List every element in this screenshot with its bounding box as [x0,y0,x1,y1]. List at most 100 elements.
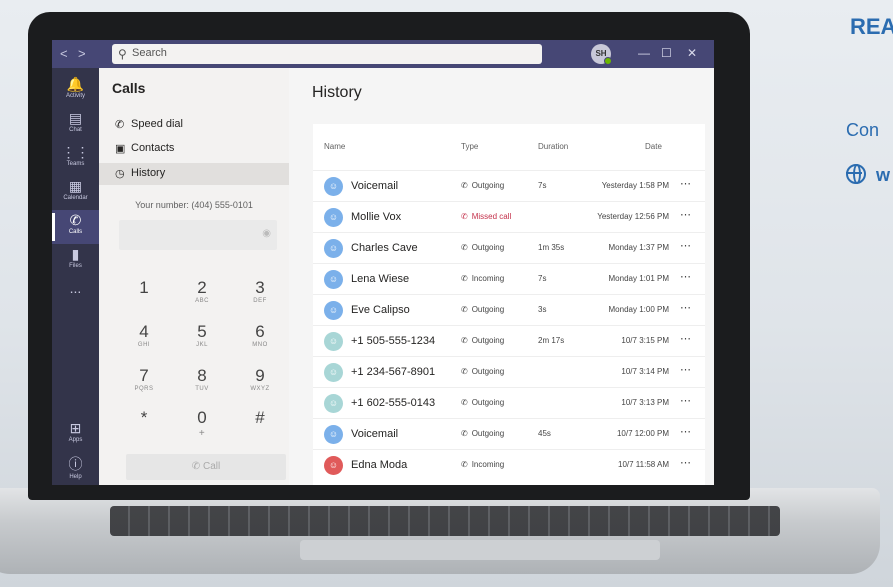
search-input[interactable]: ⚲ Search [112,44,542,64]
file-icon: ▮ [71,246,80,262]
call-duration: 3s [538,305,547,314]
caller-name: Lena Wiese [351,273,410,285]
more-options-icon[interactable]: ⋯ [680,394,691,407]
table-row[interactable]: ☺ Voicemail ✆ Outgoing 45s 10/7 12:00 PM ⋯ [313,418,705,449]
more-options-icon[interactable]: ⋯ [680,332,691,345]
call-date: 10/7 3:15 PM [621,336,669,345]
search-placeholder: Search [132,47,167,59]
maximize-icon[interactable]: ☐ [661,46,672,60]
website-text: w [876,165,891,185]
menu-item-contacts[interactable]: ▣ Contacts [99,138,289,160]
key-letters: WXYZ [250,386,270,392]
dialpad-key[interactable]: 5 JKL [177,322,227,348]
back-arrow-icon[interactable]: < [60,46,68,61]
call-direction-icon: ✆ [461,305,468,314]
dialpad-key[interactable]: 1 [119,278,169,298]
call-date: 10/7 3:14 PM [621,367,669,376]
call-type-label: Outgoing [471,336,505,345]
more-options-icon[interactable]: ⋯ [680,208,691,221]
more-options-icon[interactable]: ⋯ [680,425,691,438]
call-date: 10/7 12:00 PM [616,429,669,438]
call-type: ✆ Incoming [461,460,504,469]
call-date: 10/7 3:13 PM [621,398,669,407]
more-options-icon[interactable]: ⋯ [680,239,691,252]
rail-item-calendar[interactable]: ▦ Calendar [52,176,99,210]
laptop-trackpad [300,540,660,560]
rail-item-help[interactable]: ⓘ Help [52,452,99,485]
table-row[interactable]: ☺ +1 505-555-1234 ✆ Outgoing 2m 17s 10/7 3:15… [313,325,705,356]
dialpad-key[interactable]: 0 + [177,408,227,439]
call-type: ✆ Outgoing [461,181,504,190]
call-duration: 1m 35s [538,243,565,252]
call-type-label: Incoming [471,460,505,469]
forward-arrow-icon[interactable]: > [78,46,86,61]
column-header-name[interactable]: Name [324,142,345,151]
key-letters: DEF [253,298,267,304]
close-icon[interactable]: ✕ [687,46,697,60]
key-letters: + [198,428,206,439]
column-header-duration[interactable]: Duration [538,142,568,151]
dial-input[interactable]: ◉ [119,220,277,250]
help-icon: ⓘ [68,456,83,472]
dialpad-key[interactable]: 3 DEF [235,278,285,304]
dialpad-key[interactable]: # [235,408,285,428]
call-duration: 7s [538,274,547,283]
dialpad-key[interactable]: * [119,408,169,428]
more-options-icon[interactable]: ⋯ [680,456,691,469]
rail-item-apps[interactable]: ⊞ Apps [52,418,99,452]
minimize-icon[interactable]: — [638,46,650,60]
avatar: ☺ [324,363,343,382]
call-direction-icon: ✆ [461,181,468,190]
more-icon: ... [69,280,82,296]
menu-label: Contacts [131,142,175,154]
menu-item-history[interactable]: ◷ History [99,163,289,185]
avatar: ☺ [324,270,343,289]
dialpad-key[interactable]: 7 PQRS [119,366,169,392]
rail-item-files[interactable]: ▮ Files [52,244,99,278]
more-options-icon[interactable]: ⋯ [680,177,691,190]
key-digit: # [255,408,265,427]
dialpad-key[interactable]: 2 ABC [177,278,227,304]
call-date: Monday 1:01 PM [608,274,669,283]
call-duration: 7s [538,181,547,190]
call-button[interactable]: ✆ Call [126,454,286,480]
table-row[interactable]: ☺ Mollie Vox ✆ Missed call Yesterday 12:56 P… [313,201,705,232]
more-options-icon[interactable]: ⋯ [680,363,691,376]
table-row[interactable]: ☺ +1 602-555-0143 ✆ Outgoing 10/7 3:13 PM ⋯ [313,387,705,418]
table-row[interactable]: ☺ Eve Calipso ✆ Outgoing 3s Monday 1:00 PM ⋯ [313,294,705,325]
avatar: ☺ [324,301,343,320]
eye-icon[interactable]: ◉ [262,228,271,239]
rail-item-calls[interactable]: ✆ Calls [52,210,99,244]
rail-item-chat[interactable]: ▤ Chat [52,108,99,142]
rail-item-activity[interactable]: 🔔 Activity [52,74,99,108]
dialpad-key[interactable]: 4 GHI [119,322,169,348]
rail-item-more[interactable]: ... [52,278,99,312]
avatar: ☺ [324,332,343,351]
call-type-label: Outgoing [471,243,505,252]
table-row[interactable]: ☺ +1 234-567-8901 ✆ Outgoing 10/7 3:14 PM ⋯ [313,356,705,387]
call-type: ✆ Outgoing [461,429,504,438]
dialpad-key[interactable]: 8 TUV [177,366,227,392]
call-direction-icon: ✆ [461,460,468,469]
dialpad-key[interactable]: 6 MNO [235,322,285,348]
key-digit: 8 [197,366,207,385]
rail-item-teams[interactable]: ⋮⋮ Teams [52,142,99,176]
menu-item-speed-dial[interactable]: ✆ Speed dial [99,114,289,136]
rail-label: Calendar [63,195,88,201]
avatar: ☺ [324,239,343,258]
column-header-date[interactable]: Date [645,142,662,151]
table-row[interactable]: ☺ Lena Wiese ✆ Incoming 7s Monday 1:01 PM ⋯ [313,263,705,294]
table-row[interactable]: ☺ Charles Cave ✆ Outgoing 1m 35s Monday 1:37 … [313,232,705,263]
more-options-icon[interactable]: ⋯ [680,301,691,314]
key-digit: 3 [255,278,265,297]
dialpad-key[interactable]: 9 WXYZ [235,366,285,392]
call-type-label: Missed call [471,212,512,221]
call-direction-icon: ✆ [461,274,468,283]
phone-icon: ✆ [191,461,201,472]
table-row[interactable]: ☺ Voicemail ✆ Outgoing 7s Yesterday 1:58 PM ⋯ [313,170,705,201]
table-row[interactable]: ☺ Edna Moda ✆ Incoming 10/7 11:58 AM ⋯ [313,449,705,480]
column-header-type[interactable]: Type [461,142,478,151]
more-options-icon[interactable]: ⋯ [680,270,691,283]
user-avatar[interactable]: SH [591,44,612,65]
apps-icon: ⊞ [69,420,82,436]
